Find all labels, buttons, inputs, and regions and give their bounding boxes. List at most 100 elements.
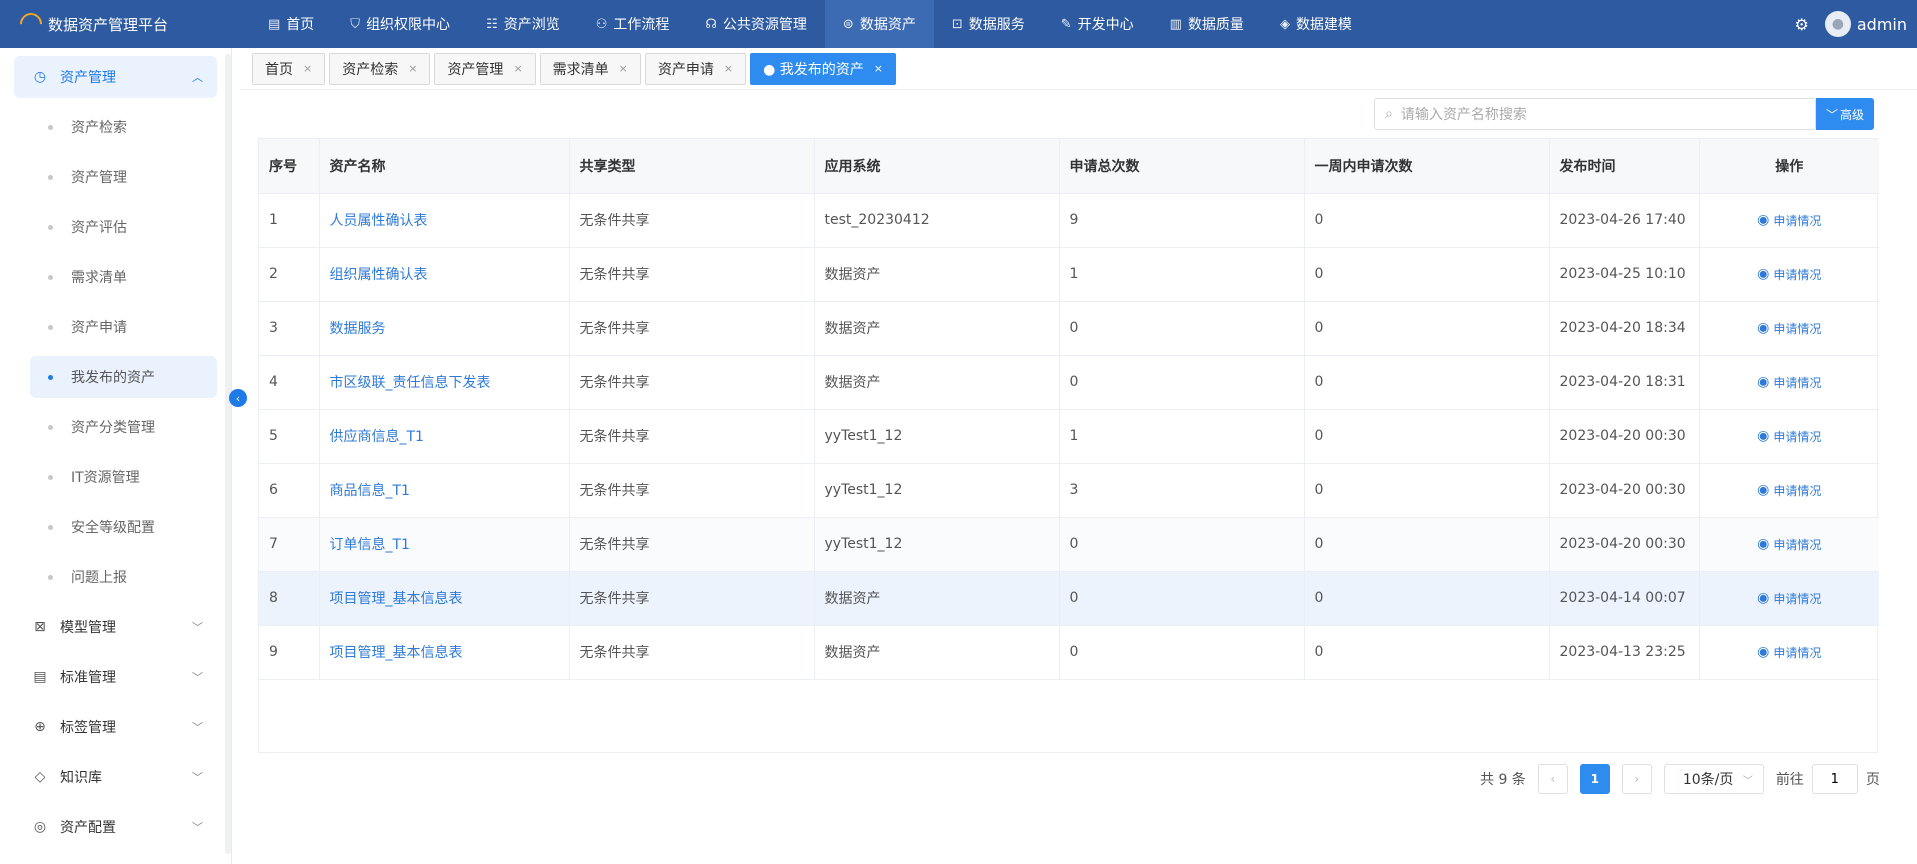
collapse-sidebar-button[interactable]: ‹: [229, 389, 247, 407]
view-applications-link[interactable]: ◉ 申请情况: [1757, 482, 1821, 499]
nav-item-0[interactable]: ▤ 首页: [250, 0, 332, 48]
cell-total: 1: [1059, 409, 1305, 464]
asset-name-link[interactable]: 组织属性确认表: [330, 267, 428, 283]
cell-value: 2023-04-14 00:07: [1559, 590, 1686, 606]
cell-value: 2023-04-25 10:10: [1559, 266, 1686, 282]
asset-name-link[interactable]: 人员属性确认表: [330, 213, 428, 229]
close-icon[interactable]: ×: [408, 62, 417, 75]
theme-icon[interactable]: ⚙: [1795, 15, 1809, 34]
sidebar-group-1[interactable]: ▤ 标准管理 ﹀: [14, 656, 217, 698]
sidebar-item-8[interactable]: 安全等级配置: [30, 506, 217, 548]
document-icon: ▤: [268, 16, 281, 32]
close-icon[interactable]: ×: [513, 62, 522, 75]
nav-item-4[interactable]: ☊ 公共资源管理: [687, 0, 825, 48]
close-icon[interactable]: ×: [303, 62, 312, 75]
sidebar-group-label: 模型管理: [60, 620, 116, 636]
asset-name-link[interactable]: 数据服务: [330, 321, 386, 337]
tab-0[interactable]: 首页 ×: [252, 52, 326, 85]
nav-item-1[interactable]: ⛉ 组织权限中心: [332, 0, 468, 48]
nav-item-3[interactable]: ⚇ 工作流程: [578, 0, 688, 48]
cell-total: 1: [1059, 247, 1305, 302]
view-applications-link[interactable]: ◉ 申请情况: [1757, 266, 1821, 283]
cell-value: 7: [269, 536, 278, 552]
table-body: 1 人员属性确认表 无条件共享 test_20230412 9 0 2023-04-26 1…: [259, 193, 1879, 680]
cell-value: 1: [269, 212, 278, 228]
sidebar-scrollbar[interactable]: [225, 54, 231, 854]
nav-item-label: 开发中心: [1077, 17, 1134, 33]
asset-name-link[interactable]: 市区级联_责任信息下发表: [330, 375, 491, 391]
avatar: ●: [1824, 11, 1851, 37]
page-1-button[interactable]: 1: [1579, 764, 1610, 794]
nav-item-label: 资产浏览: [503, 17, 560, 33]
cell-no: 8: [259, 571, 320, 626]
tab-4[interactable]: 资产申请 ×: [644, 52, 747, 85]
asset-name-link[interactable]: 项目管理_基本信息表: [330, 591, 463, 607]
advanced-search-button[interactable]: ﹀ 高级: [1816, 98, 1874, 130]
page-size-select[interactable]: 10条/页 ﹀: [1663, 764, 1764, 794]
sidebar-item-7[interactable]: IT资源管理: [30, 456, 217, 498]
nav-item-6[interactable]: ⊡ 数据服务: [934, 0, 1043, 48]
table-row: 7 订单信息_T1 无条件共享 yyTest1_12 0 0 2023-04-20 00:3…: [259, 517, 1879, 572]
sidebar-item-3[interactable]: 需求清单: [30, 256, 217, 298]
sidebar-group-0[interactable]: ⊠ 模型管理 ﹀: [14, 606, 217, 648]
sidebar-group-asset-management[interactable]: ◷ 资产管理 ︿: [14, 56, 217, 98]
cell-name: 供应商信息_T1: [319, 409, 570, 464]
sidebar-group-4[interactable]: ◎ 资产配置 ﹀: [14, 806, 217, 848]
view-applications-link[interactable]: ◉ 申请情况: [1757, 212, 1821, 229]
sidebar-group-3[interactable]: ◇ 知识库 ﹀: [14, 756, 217, 798]
table-row: 2 组织属性确认表 无条件共享 数据资产 1 0 2023-04-25 10:10 ◉ 申请情况: [259, 247, 1879, 302]
tab-1[interactable]: 资产检索 ×: [329, 52, 431, 85]
cell-value: 0: [1314, 266, 1324, 282]
asset-name-link[interactable]: 供应商信息_T1: [330, 429, 424, 445]
cell-value: 9: [269, 644, 278, 660]
op-label: 申请情况: [1773, 429, 1822, 444]
nav-item-8[interactable]: ▥ 数据质量: [1152, 0, 1262, 48]
sidebar-group-2[interactable]: ⊕ 标签管理 ﹀: [14, 706, 217, 748]
view-applications-link[interactable]: ◉ 申请情况: [1757, 320, 1821, 337]
search-input[interactable]: ⌕ 请输入资产名称搜索: [1374, 98, 1816, 130]
sidebar-item-1[interactable]: 资产管理: [30, 156, 217, 198]
sidebar-item-4[interactable]: 资产申请: [30, 306, 217, 348]
cell-time: 2023-04-20 00:30: [1549, 517, 1700, 572]
nav-item-7[interactable]: ✎ 开发中心: [1043, 0, 1152, 48]
tab-3[interactable]: 需求清单 ×: [539, 52, 641, 85]
nav-item-5[interactable]: ⊜ 数据资产: [824, 0, 934, 48]
cell-op: ◉ 申请情况: [1699, 301, 1879, 356]
cell-op: ◉ 申请情况: [1699, 247, 1879, 302]
close-icon[interactable]: ×: [874, 62, 883, 75]
brand[interactable]: 数据资产管理平台: [0, 0, 250, 48]
tab-5[interactable]: ● 我发布的资产 ×: [750, 52, 896, 85]
close-icon[interactable]: ×: [724, 62, 733, 75]
nav-item-2[interactable]: ☷ 资产浏览: [468, 0, 578, 48]
close-icon[interactable]: ×: [619, 62, 628, 75]
column-header: 一周内申请次数: [1304, 139, 1550, 194]
cell-value: 无条件共享: [579, 645, 650, 661]
cell-value: 2023-04-20 00:30: [1559, 482, 1686, 498]
view-applications-link[interactable]: ◉ 申请情况: [1757, 590, 1821, 607]
tab-2[interactable]: 资产管理 ×: [434, 52, 536, 85]
model-icon: ⊠: [34, 619, 46, 635]
nav-item-9[interactable]: ◈ 数据建模: [1262, 0, 1370, 48]
view-applications-link[interactable]: ◉ 申请情况: [1757, 428, 1821, 445]
asset-name-link[interactable]: 项目管理_基本信息表: [330, 645, 463, 661]
view-applications-link[interactable]: ◉ 申请情况: [1757, 374, 1821, 391]
cell-value: 2023-04-26 17:40: [1559, 212, 1686, 228]
goto-page-input[interactable]: [1811, 764, 1858, 794]
user-menu[interactable]: ● admin: [1824, 11, 1907, 37]
sidebar-item-6[interactable]: 资产分类管理: [30, 406, 217, 448]
cell-week: 0: [1304, 301, 1550, 356]
next-page-button[interactable]: ›: [1621, 764, 1652, 794]
view-applications-link[interactable]: ◉ 申请情况: [1757, 644, 1821, 661]
view-applications-link[interactable]: ◉ 申请情况: [1757, 536, 1821, 553]
sidebar-item-9[interactable]: 问题上报: [30, 556, 217, 598]
cell-value: 无条件共享: [579, 537, 650, 553]
asset-name-link[interactable]: 商品信息_T1: [330, 483, 410, 499]
asset-name-link[interactable]: 订单信息_T1: [330, 537, 410, 553]
cell-name: 项目管理_基本信息表: [319, 625, 570, 680]
sidebar-item-5[interactable]: 我发布的资产: [30, 356, 217, 398]
sidebar-item-2[interactable]: 资产评估: [30, 206, 217, 248]
sidebar-item-0[interactable]: 资产检索: [30, 106, 217, 148]
page-size-value: 10条/页: [1682, 772, 1734, 788]
cell-system: yyTest1_12: [814, 517, 1060, 572]
prev-page-button[interactable]: ‹: [1537, 764, 1568, 794]
